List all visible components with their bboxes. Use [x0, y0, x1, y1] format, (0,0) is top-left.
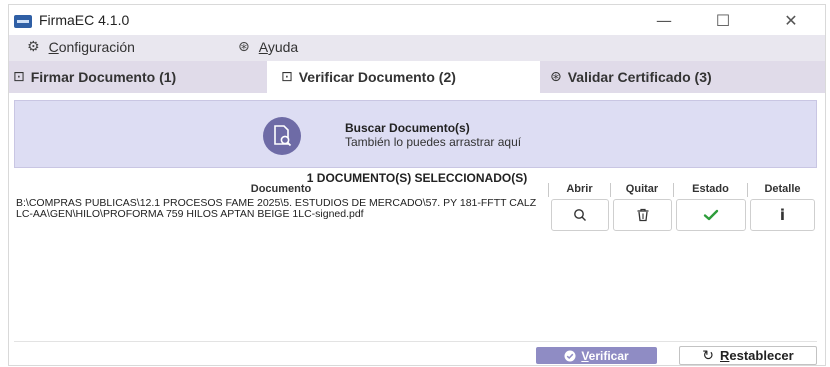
drop-zone-title: Buscar Documento(s) — [345, 121, 470, 135]
tab-firmar-documento[interactable]: ⊡ Firmar Documento (1) — [9, 61, 267, 93]
document-path: B:\COMPRAS PUBLICAS\12.1 PROCESOS FAME 2… — [16, 197, 537, 220]
tab-validar-label: Validar Certificado (3) — [567, 69, 712, 85]
menu-configuracion-label: Configuración — [48, 39, 135, 55]
menu-bar: ⚙ Configuración ⊛ Ayuda — [9, 35, 825, 61]
bottom-divider — [14, 341, 817, 342]
app-logo-icon — [14, 15, 32, 28]
window-title: FirmaEC 4.1.0 — [39, 12, 130, 28]
drop-zone-subtitle: También lo puedes arrastrar aquí — [345, 135, 522, 149]
detail-button[interactable]: i — [750, 199, 815, 231]
open-document-button[interactable] — [551, 199, 609, 231]
certificate-icon: ⊛ — [550, 69, 562, 85]
reset-button-label: Restablecer — [720, 348, 794, 363]
refresh-icon: ↻ — [702, 347, 714, 364]
column-estado: Estado — [674, 183, 748, 197]
menu-ayuda[interactable]: ⊛ Ayuda — [238, 39, 298, 55]
table-header: Documento Abrir Quitar Estado Detalle — [14, 183, 817, 197]
app-window: FirmaEC 4.1.0 — ☐ ✕ ⚙ Configuración ⊛ Ay… — [8, 4, 826, 366]
table-row: B:\COMPRAS PUBLICAS\12.1 PROCESOS FAME 2… — [14, 197, 817, 235]
column-quitar: Quitar — [611, 183, 674, 197]
status-indicator[interactable] — [676, 199, 746, 231]
verify-button-label: Verificar — [581, 348, 629, 363]
column-documento: Documento — [14, 183, 549, 197]
column-detalle: Detalle — [764, 183, 801, 195]
minimize-button[interactable]: — — [642, 7, 686, 33]
menu-configuracion[interactable]: ⚙ Configuración — [27, 39, 135, 55]
help-icon: ⊛ — [238, 39, 250, 55]
checkmark-icon — [703, 209, 719, 221]
menu-ayuda-label: Ayuda — [258, 39, 299, 55]
gear-icon: ⚙ — [27, 39, 40, 55]
maximize-button[interactable]: ☐ — [701, 7, 745, 33]
sign-document-icon: ⊡ — [13, 69, 25, 85]
tab-validar-certificado[interactable]: ⊛ Validar Certificado (3) — [540, 61, 820, 93]
document-drop-zone[interactable]: Buscar Documento(s) También lo puedes ar… — [14, 100, 817, 168]
info-icon: i — [779, 206, 786, 224]
verify-document-icon: ⊡ — [281, 69, 293, 85]
reset-button[interactable]: ↻ Restablecer — [679, 346, 817, 365]
verify-button[interactable]: Verificar — [536, 347, 657, 364]
check-circle-icon — [564, 350, 576, 361]
tab-verificar-label: Verificar Documento (2) — [298, 69, 456, 85]
tab-firmar-label: Firmar Documento (1) — [30, 69, 177, 85]
remove-document-button[interactable] — [613, 199, 672, 231]
trash-icon — [637, 208, 648, 222]
search-icon — [574, 209, 586, 221]
tab-verificar-documento[interactable]: ⊡ Verificar Documento (2) — [267, 61, 540, 93]
close-button[interactable]: ✕ — [769, 7, 813, 33]
search-document-icon — [263, 117, 301, 155]
title-bar: FirmaEC 4.1.0 — ☐ ✕ — [9, 5, 825, 35]
column-abrir: Abrir — [549, 183, 611, 197]
tab-bar: ⊡ Firmar Documento (1) ⊡ Verificar Docum… — [9, 61, 825, 93]
